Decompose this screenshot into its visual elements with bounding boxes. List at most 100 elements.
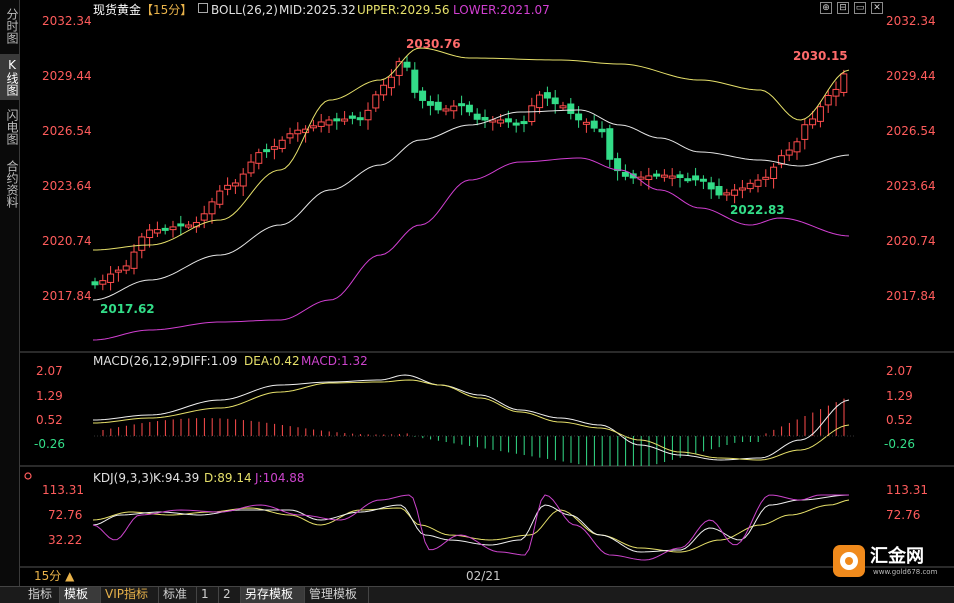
- boll-lower-line: [92, 157, 850, 341]
- crosshair-button[interactable]: ⊕: [820, 2, 832, 14]
- period-selector[interactable]: 15分 ▲: [34, 569, 74, 583]
- candle-body: [99, 280, 107, 285]
- candle-body: [465, 104, 473, 113]
- candle-body: [270, 146, 278, 150]
- tab-template-2[interactable]: 2: [219, 587, 241, 603]
- kdj-j-line: [92, 494, 849, 561]
- kdj-k-line: [92, 494, 850, 553]
- candle-body: [130, 251, 138, 269]
- price-tick-right: 2020.74: [886, 234, 936, 248]
- tab-templates[interactable]: 模板: [60, 587, 101, 603]
- candle-body: [567, 103, 575, 114]
- kline-chart[interactable]: [20, 0, 954, 586]
- candle-body: [216, 190, 224, 205]
- nav-timeshare[interactable]: 分时图: [0, 4, 19, 48]
- candle-body: [364, 109, 372, 121]
- candle-body: [621, 171, 629, 177]
- close-button[interactable]: ✕: [871, 2, 883, 14]
- candle-body: [590, 120, 598, 129]
- candle-body: [255, 152, 263, 164]
- candle-body: [341, 118, 349, 122]
- candle-body: [442, 108, 450, 112]
- candle-body: [263, 149, 271, 153]
- candle-body: [380, 84, 388, 96]
- candle-body: [699, 178, 707, 182]
- maximize-button[interactable]: ▭: [854, 2, 866, 14]
- manage-templates-button[interactable]: 管理模板: [305, 587, 369, 603]
- macd-tick-right: 0.52: [886, 413, 913, 427]
- boll-lower: LOWER:2021.07: [453, 3, 550, 17]
- candle-body: [247, 161, 255, 174]
- kdj-tick-right: 72.76: [886, 508, 921, 522]
- candle-body: [614, 158, 622, 172]
- candle-body: [715, 186, 723, 196]
- macd-tick-left: 2.07: [36, 364, 63, 378]
- candle-body: [801, 124, 809, 140]
- macd-tick-left: 0.52: [36, 413, 63, 427]
- candle-body: [317, 121, 325, 127]
- candle-body: [153, 229, 161, 234]
- candle-body: [325, 119, 333, 126]
- tab-vip-indicators[interactable]: VIP指标: [101, 587, 159, 603]
- candle-body: [676, 174, 684, 179]
- tab-indicators[interactable]: 指标: [24, 587, 60, 603]
- candle-body: [754, 179, 762, 187]
- price-tick-right: 2017.84: [886, 289, 936, 303]
- candle-body: [497, 119, 505, 124]
- nav-kline[interactable]: K线图: [0, 54, 19, 100]
- candle-body: [793, 141, 801, 153]
- macd-tick-left: -0.26: [34, 437, 66, 451]
- x-axis-date: 02/21: [466, 569, 501, 583]
- candle-body: [458, 103, 466, 107]
- price-tick-right: 2026.54: [886, 124, 936, 138]
- logo-mark-icon: [833, 545, 865, 577]
- candle-body: [738, 187, 746, 191]
- price-tick-left: 2026.54: [42, 124, 92, 138]
- candle-body: [606, 128, 614, 160]
- nav-contract-info[interactable]: 合约资料: [0, 154, 19, 214]
- price-tick-left: 2017.84: [42, 289, 92, 303]
- settings-dot-icon[interactable]: [24, 472, 32, 480]
- candle-body: [286, 133, 294, 139]
- candle-body: [91, 281, 99, 286]
- boll-upper: UPPER:2029.56: [357, 3, 450, 17]
- candle-body: [411, 69, 419, 93]
- candle-body: [575, 113, 583, 121]
- macd-histogram: [102, 398, 845, 466]
- recent-high-annotation: 2030.15: [793, 49, 848, 63]
- candle-body: [512, 122, 520, 126]
- candle-body: [403, 61, 411, 68]
- candle-body: [356, 117, 364, 121]
- candle-body: [146, 229, 154, 239]
- candle-body: [809, 118, 817, 126]
- tab-template-1[interactable]: 1: [197, 587, 219, 603]
- price-tick-left: 2023.64: [42, 179, 92, 193]
- macd-dea-line: [92, 379, 850, 461]
- candle-body: [333, 118, 341, 122]
- candle-body: [372, 94, 380, 109]
- boll-mid: MID:2025.32: [279, 3, 356, 17]
- candle-body: [239, 173, 247, 187]
- macd-label: MACD(26,12,9): [93, 354, 185, 368]
- candle-body: [122, 265, 130, 271]
- candle-body: [395, 61, 403, 76]
- candle-body: [785, 149, 793, 156]
- candle-body: [543, 92, 551, 99]
- boll-icon[interactable]: [198, 3, 208, 13]
- macd-tick-left: 1.29: [36, 389, 63, 403]
- kdj-j: J:104.88: [255, 471, 305, 485]
- save-template-button[interactable]: 另存模板: [241, 587, 305, 603]
- nav-flash[interactable]: 闪电图: [0, 104, 19, 150]
- candle-body: [481, 116, 489, 121]
- candle-body: [309, 125, 317, 129]
- candle-body: [169, 226, 177, 231]
- tab-standard[interactable]: 标准: [159, 587, 197, 603]
- kdj-d: D:89.14: [204, 471, 252, 485]
- candle-body: [419, 90, 427, 101]
- minimize-button[interactable]: ⊟: [837, 2, 849, 14]
- chart-window: 分时图 K线图 闪电图 合约资料 现货黄金 【15分】 BOLL(26,2) M…: [0, 0, 954, 603]
- candle-body: [723, 192, 731, 196]
- candle-body: [177, 223, 185, 227]
- candle-body: [824, 94, 832, 106]
- macd-diff-line: [92, 374, 850, 461]
